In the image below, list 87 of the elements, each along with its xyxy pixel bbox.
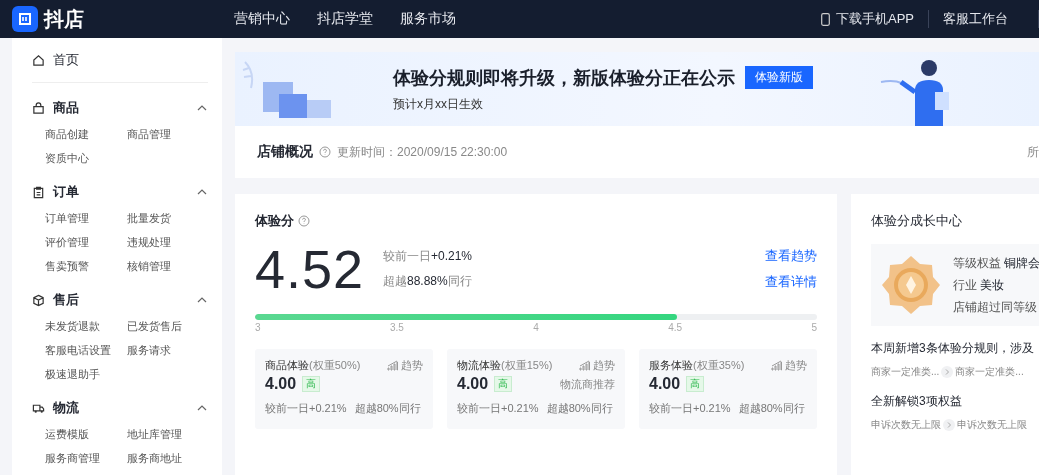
card-link[interactable]: 查看详情 [765, 273, 817, 291]
menu-item[interactable]: 首页 [53, 51, 79, 69]
banner-subtitle: 预计x月xx日生效 [393, 95, 484, 113]
rule-tag: 商家一定准类... [871, 365, 940, 379]
beat-text: 超越80%同行 [738, 401, 805, 416]
medal-info: 店铺超过同等级 [953, 298, 1038, 316]
sub-score-value: 4.00 [649, 375, 681, 393]
header-link[interactable]: 下载手机APP [836, 10, 914, 28]
level-tag: 高 [494, 376, 513, 392]
menu-section[interactable]: 商品 [53, 99, 79, 117]
card-link[interactable]: 查看趋势 [765, 247, 817, 265]
nav-link[interactable]: 营销中心 [234, 10, 290, 28]
trend-link[interactable]: 趋势 [593, 358, 615, 373]
tick-label: 3.5 [389, 322, 404, 333]
compare-text: 较前一日+0.21% [383, 248, 473, 265]
card-title: 体验分成长中心 [871, 212, 963, 230]
menu-item[interactable]: 违规处理 [127, 233, 209, 251]
phone-icon [821, 12, 830, 26]
menu-item[interactable]: 未发货退款 [45, 317, 127, 335]
menu-section[interactable]: 售后 [53, 291, 79, 309]
score-value: 4.52 [255, 238, 366, 300]
compare-text: 较前一日+0.21% [457, 401, 539, 416]
menu-item[interactable]: 商品管理 [127, 125, 209, 143]
bar-chart-icon [771, 360, 782, 371]
banner-title: 体验分规则即将升级，新版体验分正在公示 [393, 66, 735, 90]
menu-item[interactable]: 评价管理 [45, 233, 127, 251]
trend-link[interactable]: 趋势 [785, 358, 807, 373]
menu-item[interactable]: 客服电话设置 [45, 341, 127, 359]
update-time: 更新时间：2020/09/15 22:30:00 [337, 143, 508, 161]
chevron-right-icon [941, 366, 954, 378]
medal-icon [881, 254, 941, 316]
bag-icon [32, 101, 45, 115]
compare-text: 较前一日+0.21% [649, 401, 731, 416]
tick-label: 3 [255, 322, 261, 333]
menu-item[interactable]: 核销管理 [127, 257, 209, 275]
growth-item-title: 全新解锁3项权益 [871, 393, 963, 410]
nav-link[interactable]: 服务市场 [400, 10, 456, 28]
menu-item[interactable]: 服务商地址 [127, 449, 209, 467]
menu-item[interactable]: 运费模版 [45, 425, 127, 443]
medal-info: 等级权益 铜牌会 [953, 254, 1039, 272]
nav-link[interactable]: 抖店学堂 [317, 10, 373, 28]
chevron-right-icon [943, 419, 955, 431]
menu-item[interactable]: 批量发货 [127, 209, 209, 227]
compare-text: 较前一日+0.21% [265, 401, 347, 416]
trend-link[interactable]: 趋势 [401, 358, 423, 373]
level-tag: 高 [302, 376, 321, 392]
section-title: 店铺概况 [257, 143, 313, 161]
header-link[interactable]: 客服工作台 [943, 10, 1008, 28]
sub-score-title: 物流体验(权重15%) [457, 358, 553, 373]
menu-item[interactable]: 订单管理 [45, 209, 127, 227]
column-2-text: 所 [1027, 143, 1039, 161]
growth-item-title: 本周新增3条体验分规则，涉及 [871, 340, 1035, 357]
try-new-button[interactable]: 体验新版 [745, 66, 813, 89]
home-icon [32, 53, 45, 67]
menu-section[interactable]: 物流 [53, 399, 79, 417]
menu-item[interactable]: 资质中心 [45, 149, 127, 167]
logo-text: 抖店 [44, 6, 84, 32]
menu-item[interactable]: 服务商管理 [45, 449, 127, 467]
menu-item[interactable]: 服务请求 [127, 341, 209, 359]
sub-score-title: 服务体验(权重35%) [649, 358, 745, 373]
rule-tag: 申诉次数无上限 [871, 418, 941, 432]
rule-tag: 申诉次数无上限 [957, 418, 1027, 432]
tick-label: 4 [533, 322, 539, 333]
sub-score-title: 商品体验(权重50%) [265, 358, 361, 373]
menu-section[interactable]: 订单 [53, 183, 79, 201]
note-text: 物流商推荐 [560, 376, 615, 392]
bar-chart-icon [387, 360, 398, 371]
beat-text: 超越80%同行 [354, 401, 421, 416]
beat-text: 超越88.88%同行 [383, 273, 473, 290]
card-title: 体验分 [255, 212, 294, 230]
menu-item[interactable]: 极速退助手 [45, 365, 127, 383]
menu-item[interactable]: 地址库管理 [127, 425, 209, 443]
menu-item[interactable]: 售卖预警 [45, 257, 127, 275]
sub-score-value: 4.00 [457, 375, 489, 393]
medal-info: 行业 美妆 [953, 276, 1006, 294]
cube-icon [32, 293, 45, 307]
logo-icon [12, 6, 38, 32]
level-tag: 高 [686, 376, 705, 392]
rule-tag: 商家一定准类... [955, 365, 1024, 379]
menu-item[interactable]: 商品创建 [45, 125, 127, 143]
tick-label: 4.5 [668, 322, 683, 333]
beat-text: 超越80%同行 [546, 401, 613, 416]
clipboard-icon [32, 185, 45, 199]
tick-label: 5 [811, 322, 817, 333]
sub-score-value: 4.00 [265, 375, 297, 393]
menu-item[interactable]: 已发货售后 [127, 317, 209, 335]
bar-chart-icon [579, 360, 590, 371]
